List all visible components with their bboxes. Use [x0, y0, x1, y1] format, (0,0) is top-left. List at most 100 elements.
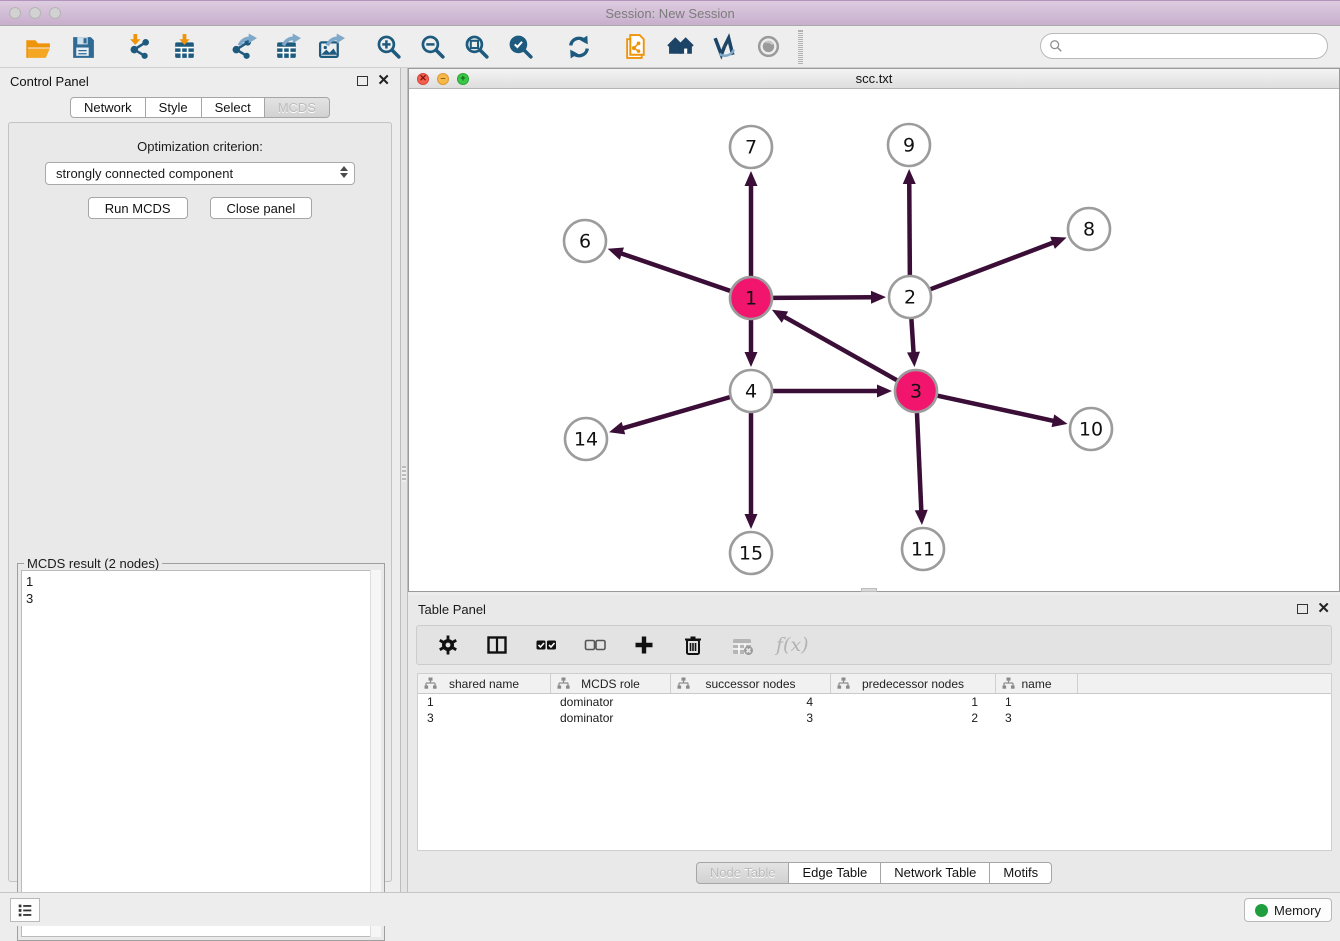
- control-panel-tabs: NetworkStyleSelectMCDS: [0, 97, 400, 118]
- tab-style[interactable]: Style: [146, 97, 202, 118]
- app-close-button[interactable]: [9, 7, 21, 19]
- table-cell: 1: [831, 694, 996, 710]
- column-header-predecessor-nodes[interactable]: predecessor nodes: [831, 674, 996, 693]
- edge-3-11: [917, 413, 921, 512]
- mcds-result-scrollbar[interactable]: [370, 570, 381, 937]
- control-panel-header: Control Panel ✕: [0, 68, 400, 94]
- delete-row-icon[interactable]: [678, 630, 708, 660]
- app-minimize-button[interactable]: [29, 7, 41, 19]
- column-header-label: predecessor nodes: [862, 677, 964, 691]
- export-image-icon[interactable]: [316, 32, 346, 62]
- panel-split-divider[interactable]: [400, 68, 408, 892]
- edge-1-2: [773, 297, 873, 298]
- tab-node-table[interactable]: Node Table: [696, 862, 790, 884]
- column-header-label: MCDS role: [581, 677, 640, 691]
- tab-select[interactable]: Select: [202, 97, 265, 118]
- table-cell: dominator: [551, 694, 671, 710]
- column-header-name[interactable]: name: [996, 674, 1078, 693]
- import-table-icon[interactable]: [170, 32, 200, 62]
- hierarchy-icon: [1002, 677, 1015, 690]
- refresh-icon[interactable]: [564, 32, 594, 62]
- deselect-all-icon[interactable]: [580, 630, 610, 660]
- graph-node-label-2: 2: [904, 287, 916, 309]
- node-table-header: shared name MCDS role successor nodes prede…: [418, 674, 1331, 694]
- table-panel-close-icon[interactable]: ✕: [1317, 604, 1330, 614]
- control-panel-float-icon[interactable]: [357, 76, 368, 86]
- import-network-icon[interactable]: [126, 32, 156, 62]
- table-row[interactable]: 1dominator411: [418, 694, 1331, 710]
- network-minimize-icon[interactable]: –: [437, 73, 449, 85]
- edge-arrow-icon: [745, 171, 758, 186]
- network-close-icon[interactable]: ✕: [417, 73, 429, 85]
- search-box: [1040, 33, 1328, 59]
- save-session-icon[interactable]: [68, 32, 98, 62]
- network-maximize-icon[interactable]: +: [457, 73, 469, 85]
- network-file-icon[interactable]: [622, 32, 652, 62]
- window-resize-handle[interactable]: [861, 588, 877, 592]
- edge-arrow-icon: [915, 510, 928, 525]
- column-header-label: successor nodes: [705, 677, 795, 691]
- close-panel-button[interactable]: Close panel: [210, 197, 313, 219]
- edge-arrow-icon: [609, 422, 625, 434]
- select-stepper-icon: [340, 166, 348, 178]
- column-header-MCDS-role[interactable]: MCDS role: [551, 674, 671, 693]
- edge-arrow-icon: [608, 248, 624, 260]
- table-cell: 4: [671, 694, 831, 710]
- network-window: ✕ – + scc.txt 7968124314101511: [408, 68, 1340, 592]
- settings-icon[interactable]: [433, 630, 463, 660]
- open-file-icon[interactable]: [24, 32, 54, 62]
- table-panel-float-icon[interactable]: [1297, 604, 1308, 614]
- edge-arrow-icon: [745, 352, 758, 367]
- column-header-shared-name[interactable]: shared name: [418, 674, 551, 693]
- mcds-result-title: MCDS result (2 nodes): [24, 556, 162, 571]
- toolbar-separator: [802, 30, 803, 64]
- edge-3-1: [783, 316, 897, 380]
- zoom-fit-icon[interactable]: [462, 32, 492, 62]
- zoom-out-icon[interactable]: [418, 32, 448, 62]
- hierarchy-icon: [557, 677, 570, 690]
- mcds-result-text[interactable]: 1 3: [21, 570, 381, 937]
- run-mcds-button[interactable]: Run MCDS: [88, 197, 188, 219]
- tab-motifs[interactable]: Motifs: [990, 862, 1052, 884]
- column-header-successor-nodes[interactable]: successor nodes: [671, 674, 831, 693]
- column-header-label: name: [1021, 677, 1051, 691]
- graph-node-label-15: 15: [739, 543, 763, 565]
- task-history-button[interactable]: [10, 898, 40, 922]
- vizmapper-icon[interactable]: [710, 32, 740, 62]
- edge-arrow-icon: [877, 385, 892, 398]
- table-row[interactable]: 3dominator323: [418, 710, 1331, 726]
- show-hide-icon[interactable]: [754, 32, 784, 62]
- edge-arrow-icon: [903, 169, 916, 184]
- column-header-label: shared name: [449, 677, 519, 691]
- control-panel-close-icon[interactable]: ✕: [377, 76, 390, 86]
- export-network-icon[interactable]: [228, 32, 258, 62]
- add-row-icon[interactable]: [629, 630, 659, 660]
- select-all-icon[interactable]: [531, 630, 561, 660]
- table-panel-header: Table Panel ✕: [408, 598, 1340, 620]
- hierarchy-icon: [677, 677, 690, 690]
- zoom-selected-icon[interactable]: [506, 32, 536, 62]
- app-maximize-button[interactable]: [49, 7, 61, 19]
- optimization-select[interactable]: strongly connected component: [45, 162, 355, 185]
- tab-edge-table[interactable]: Edge Table: [789, 862, 881, 884]
- hierarchy-icon: [837, 677, 850, 690]
- search-input[interactable]: [1063, 36, 1327, 56]
- network-canvas[interactable]: 7968124314101511: [409, 89, 1339, 591]
- divider-grip-icon: [402, 466, 406, 482]
- home-icon[interactable]: [666, 32, 696, 62]
- network-window-titlebar[interactable]: ✕ – + scc.txt: [409, 69, 1339, 89]
- tab-mcds[interactable]: MCDS: [265, 97, 330, 118]
- graph-node-label-8: 8: [1083, 219, 1095, 241]
- table-cell: 3: [996, 710, 1078, 726]
- node-table: shared name MCDS role successor nodes prede…: [417, 673, 1332, 851]
- tab-network[interactable]: Network: [70, 97, 146, 118]
- edge-2-3: [911, 319, 913, 354]
- memory-button[interactable]: Memory: [1244, 898, 1332, 922]
- columns-icon[interactable]: [482, 630, 512, 660]
- graph-node-label-10: 10: [1079, 419, 1103, 441]
- app-title: Session: New Session: [0, 6, 1340, 21]
- export-table-icon[interactable]: [272, 32, 302, 62]
- zoom-in-icon[interactable]: [374, 32, 404, 62]
- control-panel: Control Panel ✕ NetworkStyleSelectMCDS O…: [0, 68, 400, 892]
- tab-network-table[interactable]: Network Table: [881, 862, 990, 884]
